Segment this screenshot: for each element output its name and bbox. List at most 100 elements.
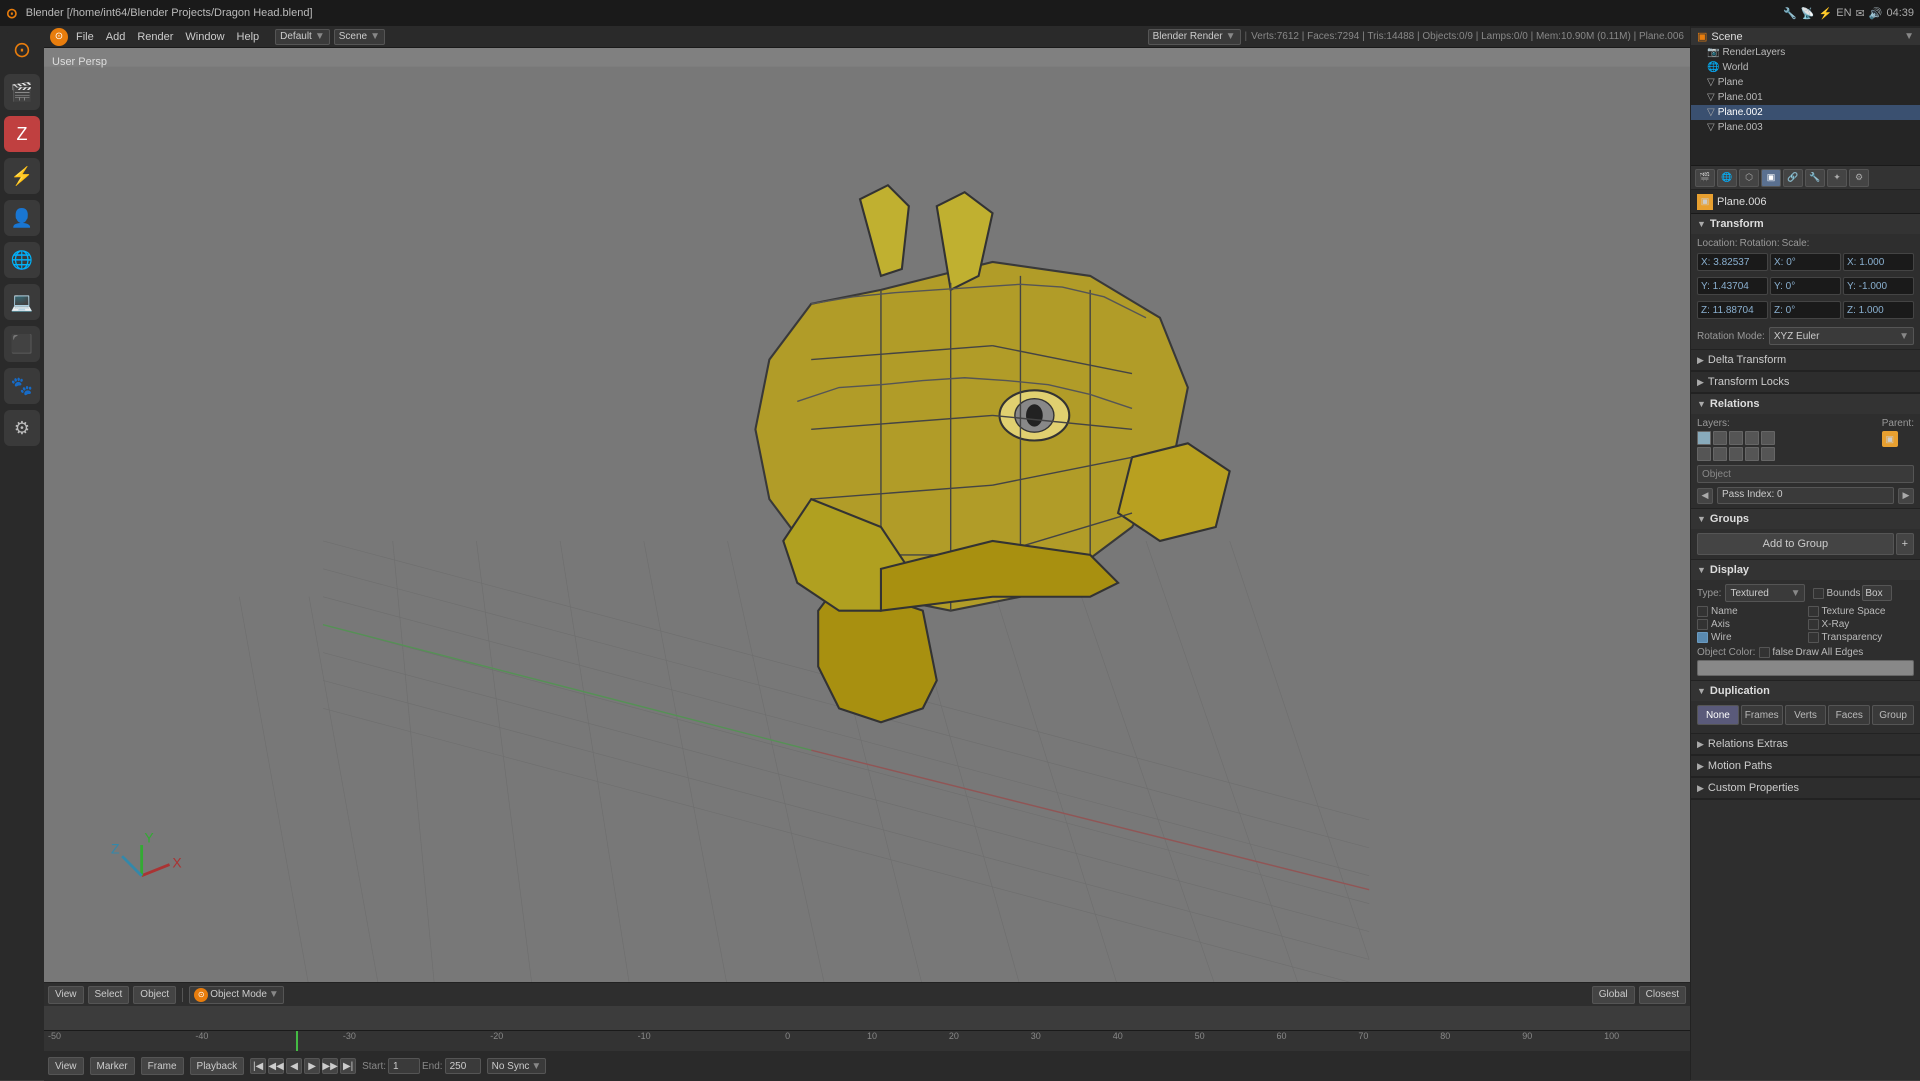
layer-btn-1[interactable] [1713,431,1727,445]
scene-item-plane[interactable]: ▽ Plane [1691,75,1920,90]
menu-window[interactable]: Window [185,31,224,43]
select-menu-btn[interactable]: Select [88,986,130,1004]
menu-add[interactable]: Add [106,31,126,43]
frame-btn[interactable]: Frame [141,1057,184,1075]
global-btn[interactable]: Global [1592,986,1635,1004]
scene-item-plane002[interactable]: ▽ Plane.002 [1691,105,1920,120]
loc-z-field[interactable]: Z: 11.88704 [1697,301,1768,319]
terminal-btn[interactable]: ⬛ [4,326,40,362]
start-field[interactable]: 1 [388,1058,420,1074]
xray-checkbox[interactable] [1808,619,1819,630]
layer-btn-4[interactable] [1761,431,1775,445]
scene-item-plane001[interactable]: ▽ Plane.001 [1691,90,1920,105]
display-btn[interactable]: 💻 [4,284,40,320]
texture-space-checkbox[interactable] [1808,606,1819,617]
menu-help[interactable]: Help [237,31,260,43]
user-btn[interactable]: 👤 [4,200,40,236]
constraints-btn[interactable]: 🔗 [1783,169,1803,187]
scene-item-renderlayers[interactable]: 📷 RenderLayers [1691,45,1920,60]
mode-selector[interactable]: ⊙ Object Mode ▼ [189,986,284,1004]
scale-x-field[interactable]: X: 1.000 [1843,253,1914,271]
rot-y-field[interactable]: Y: 0° [1770,277,1841,295]
scene-item-world[interactable]: 🌐 World [1691,60,1920,75]
layer-btn-0[interactable] [1697,431,1711,445]
dup-tab-group[interactable]: Group [1872,705,1914,725]
object-props-btn[interactable]: ▣ [1761,169,1781,187]
duplication-header[interactable]: ▼ Duplication [1691,681,1920,701]
draw-all-edges-checkbox[interactable] [1759,647,1770,658]
render-btn[interactable]: 🎬 [4,74,40,110]
object-color-swatch[interactable] [1697,660,1914,676]
dup-tab-faces[interactable]: Faces [1828,705,1870,725]
screen-layout[interactable]: Default ▼ [275,29,330,45]
particles-btn[interactable]: ✦ [1827,169,1847,187]
playback-btn[interactable]: Playback [190,1057,245,1075]
bounds-checkbox[interactable] [1813,588,1824,599]
view-timeline-btn[interactable]: View [48,1057,84,1075]
dup-tab-none[interactable]: None [1697,705,1739,725]
layer-btn-6[interactable] [1713,447,1727,461]
modifier-btn[interactable]: 🔧 [1805,169,1825,187]
scale-z-field[interactable]: Z: 1.000 [1843,301,1914,319]
relations-extras-header[interactable]: ▶ Relations Extras [1691,734,1920,755]
rot-x-field[interactable]: X: 0° [1770,253,1841,271]
pivot-btn[interactable]: Closest [1639,986,1686,1004]
scene-selector[interactable]: Scene ▼ [334,29,385,45]
groups-header[interactable]: ▼ Groups [1691,509,1920,529]
menu-file[interactable]: File [76,31,94,43]
pass-index-field[interactable]: Pass Index: 0 [1717,487,1894,504]
sync-mode[interactable]: No Sync ▼ [487,1058,547,1074]
view-menu-btn[interactable]: View [48,986,84,1004]
add-to-group-btn[interactable]: Add to Group [1697,533,1894,555]
axis-checkbox[interactable] [1697,619,1708,630]
physics-btn[interactable]: ⚙ [1849,169,1869,187]
pass-index-next[interactable]: ▶ [1898,488,1914,504]
render-props-btn[interactable]: 🎬 [1695,169,1715,187]
parent-field[interactable]: Object [1697,465,1914,483]
play-reverse-btn[interactable]: ◀ [286,1058,302,1074]
menu-render[interactable]: Render [137,31,173,43]
loc-x-field[interactable]: X: 3.82537 [1697,253,1768,271]
viewport-3d[interactable]: User Persp [44,48,1690,1006]
rotation-mode-select[interactable]: XYZ Euler ▼ [1769,327,1914,345]
transform-locks-header[interactable]: ▶ Transform Locks [1691,372,1920,393]
files-btn[interactable]: Z [4,116,40,152]
playhead[interactable] [296,1031,298,1051]
scene-item-plane003[interactable]: ▽ Plane.003 [1691,120,1920,135]
motion-paths-header[interactable]: ▶ Motion Paths [1691,756,1920,777]
blender-logo-btn[interactable]: ⊙ [4,32,40,68]
layer-btn-7[interactable] [1729,447,1743,461]
rot-z-field[interactable]: Z: 0° [1770,301,1841,319]
layer-btn-2[interactable] [1729,431,1743,445]
name-checkbox[interactable] [1697,606,1708,617]
relations-header[interactable]: ▼ Relations [1691,394,1920,414]
display-header[interactable]: ▼ Display [1691,560,1920,580]
object-menu-btn[interactable]: Object [133,986,176,1004]
dup-tab-verts[interactable]: Verts [1785,705,1827,725]
next-keyframe-btn[interactable]: ▶▶ [322,1058,338,1074]
layer-btn-8[interactable] [1745,447,1759,461]
play-btn[interactable]: ▶ [304,1058,320,1074]
skip-start-btn[interactable]: |◀ [250,1058,266,1074]
loc-y-field[interactable]: Y: 1.43704 [1697,277,1768,295]
add-group-icon-btn[interactable]: + [1896,533,1914,555]
layer-btn-5[interactable] [1697,447,1711,461]
steam-btn[interactable]: ⚙ [4,410,40,446]
scene-props-btn[interactable]: 🌐 [1717,169,1737,187]
world-props-btn[interactable]: ⬡ [1739,169,1759,187]
earth-btn[interactable]: 🌐 [4,242,40,278]
wire-checkbox[interactable] [1697,632,1708,643]
prev-keyframe-btn[interactable]: ◀◀ [268,1058,284,1074]
transparency-checkbox[interactable] [1808,632,1819,643]
addons-btn[interactable]: 🐾 [4,368,40,404]
render-engine[interactable]: Blender Render ▼ [1148,29,1241,45]
custom-properties-header[interactable]: ▶ Custom Properties [1691,778,1920,799]
display-type-select[interactable]: Textured ▼ [1725,584,1805,602]
end-field[interactable]: 250 [445,1058,481,1074]
delta-transform-header[interactable]: ▶ Delta Transform [1691,350,1920,371]
layer-btn-3[interactable] [1745,431,1759,445]
marker-btn[interactable]: Marker [90,1057,135,1075]
pass-index-prev[interactable]: ◀ [1697,488,1713,504]
scale-y-field[interactable]: Y: -1.000 [1843,277,1914,295]
menu-bar[interactable]: File Add Render Window Help [76,31,259,43]
